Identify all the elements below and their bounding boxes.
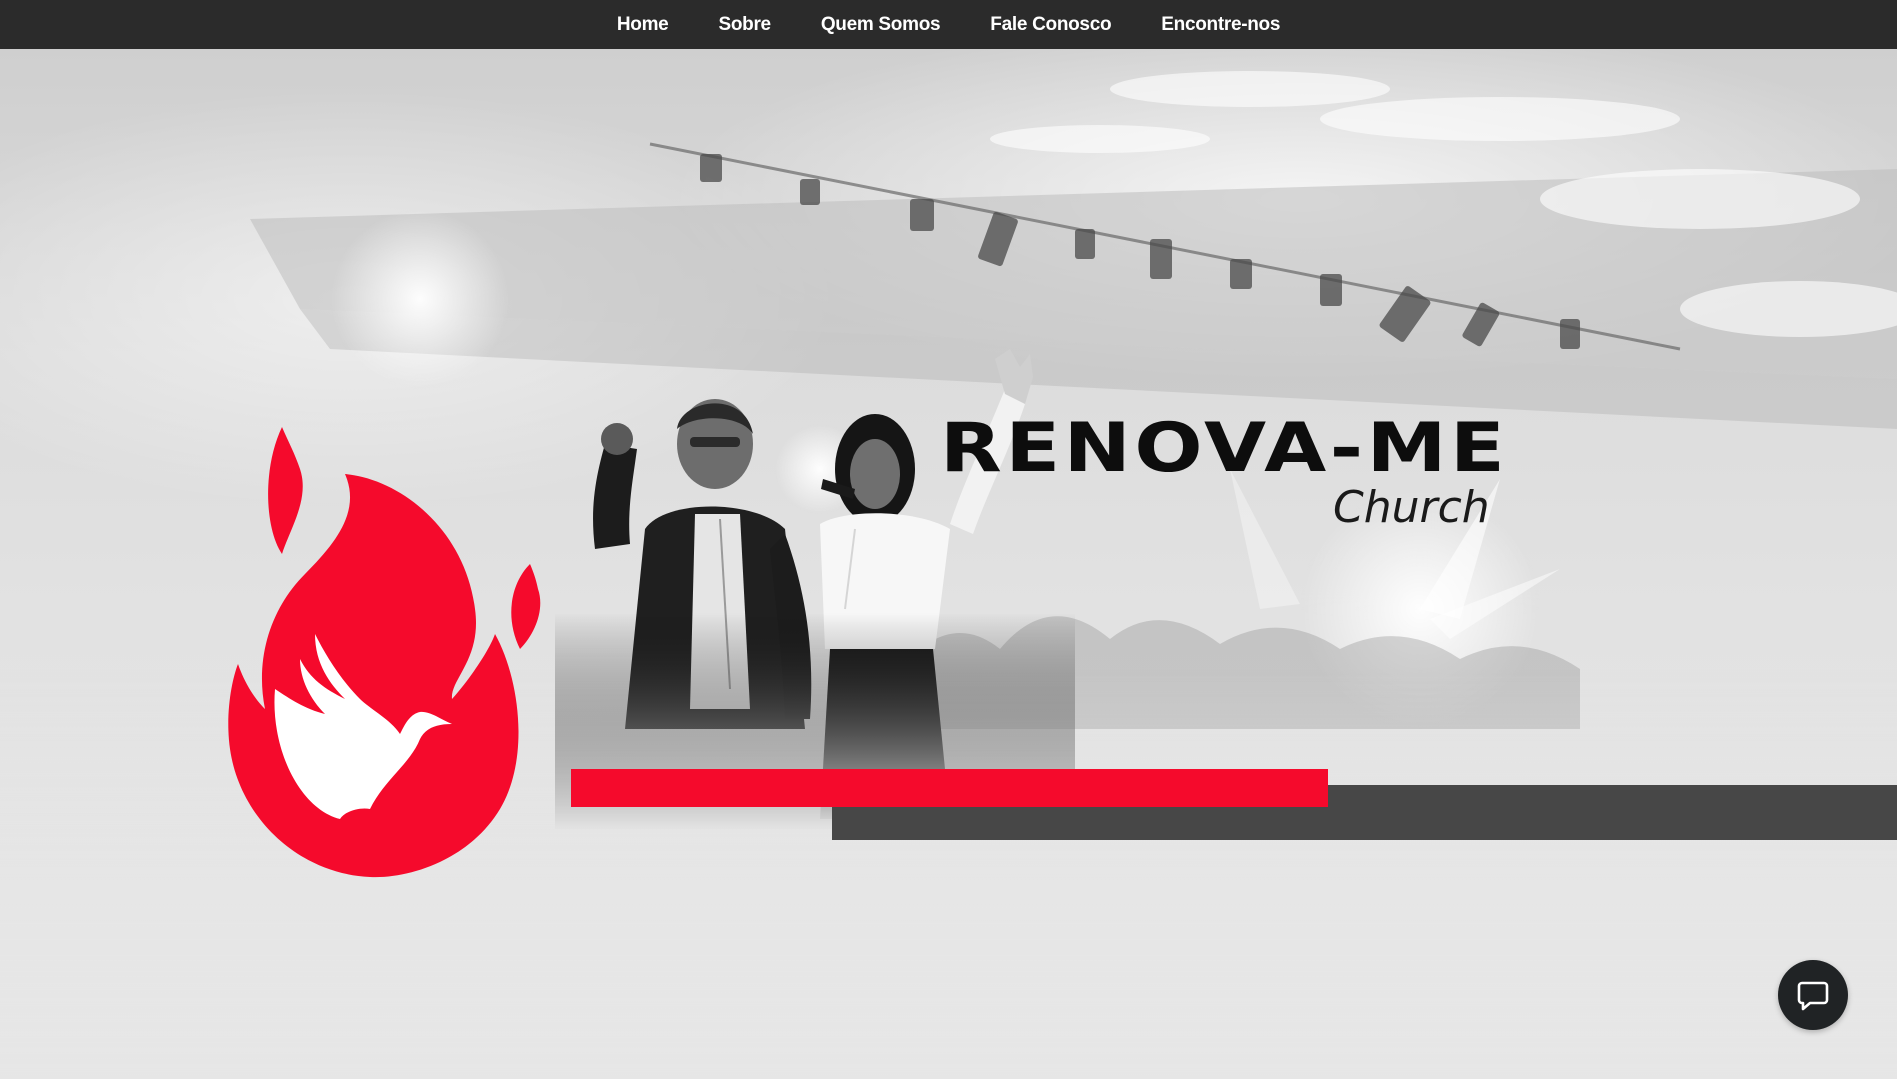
nav-item-fale-conosco[interactable]: Fale Conosco [965,14,1136,36]
chat-button[interactable] [1778,960,1848,1030]
chat-bubble-icon [1797,981,1829,1011]
nav-item-quem-somos[interactable]: Quem Somos [796,14,965,36]
nav-menu: Home Sobre Quem Somos Fale Conosco Encon… [592,14,1305,36]
red-accent-bar [571,769,1328,807]
brand-subtitle: Church [1333,482,1490,533]
nav-item-sobre[interactable]: Sobre [693,14,795,36]
top-navbar: Home Sobre Quem Somos Fale Conosco Encon… [0,0,1897,49]
nav-item-encontre-nos[interactable]: Encontre-nos [1136,14,1305,36]
hero-section: RENOVA-ME Church [0,49,1897,1079]
nav-item-home[interactable]: Home [592,14,694,36]
brand-title: RENOVA-ME [940,409,1509,488]
flame-dove-icon [228,427,541,878]
